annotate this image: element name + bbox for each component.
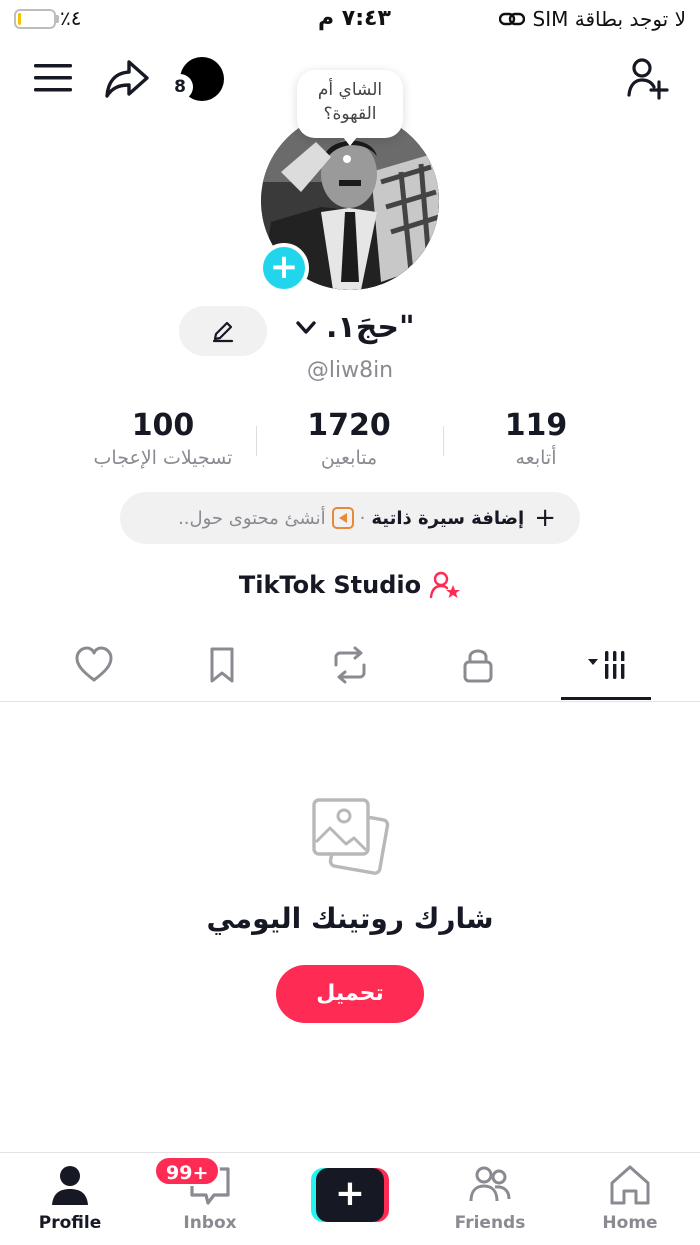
nav-friends[interactable]: Friends <box>440 1163 540 1233</box>
play-icon <box>331 507 354 529</box>
tab-liked[interactable] <box>64 640 124 690</box>
stat-following[interactable]: 119 أتابعه <box>436 408 636 469</box>
tab-private[interactable] <box>448 640 508 690</box>
repost-icon <box>334 646 366 684</box>
chevron-down-icon <box>296 320 316 334</box>
stat-label: متابعين <box>320 447 378 469</box>
add-friend-icon[interactable] <box>626 56 670 100</box>
photo-icon <box>312 798 390 875</box>
tabs-divider <box>0 701 700 702</box>
tiktok-studio-link[interactable]: TikTok Studio <box>0 570 700 600</box>
add-bio-pill[interactable]: + إضافة سيرة ذاتية · أنشئ محتوى حول.. <box>120 492 580 544</box>
grid-icon <box>588 651 626 679</box>
tab-videos[interactable] <box>576 640 636 690</box>
plus-icon: + <box>534 503 556 533</box>
pencil-icon <box>212 321 234 343</box>
friends-icon <box>469 1166 511 1202</box>
home-icon <box>610 1165 650 1205</box>
create-content-label: أنشئ محتوى حول.. <box>178 507 326 529</box>
carrier-label: لا توجد بطاقة SIM <box>532 7 686 31</box>
battery-icon <box>14 9 56 29</box>
empty-state-title: شارك روتينك اليومي <box>206 902 494 935</box>
add-story-button[interactable]: + <box>259 243 309 293</box>
nav-label: Home <box>602 1213 658 1233</box>
stat-likes[interactable]: 100 تسجيلات الإعجاب <box>63 408 263 469</box>
studio-label: TikTok Studio <box>238 571 422 599</box>
display-name-text: "حجَ١. <box>326 310 415 345</box>
plus-icon: + <box>316 1168 384 1222</box>
stat-label: أتابعه <box>515 447 557 469</box>
nav-home[interactable]: Home <box>580 1163 680 1233</box>
stat-value: 119 <box>504 408 568 443</box>
status-bar: ٤٪ ٧:٤٣ م لا توجد بطاقة SIM <box>0 0 700 40</box>
create-button[interactable]: + <box>311 1168 389 1222</box>
note-bubble[interactable]: الشاي أم القهوة؟ <box>297 70 403 138</box>
stat-followers[interactable]: 1720 متابعين <box>249 408 449 469</box>
battery-percent: ٤٪ <box>60 6 82 30</box>
username: @liw8in <box>306 358 394 383</box>
lock-icon <box>463 649 493 683</box>
inbox-badge: 99+ <box>154 1156 221 1186</box>
carrier-status: لا توجد بطاقة SIM <box>498 7 686 31</box>
heart-icon <box>75 646 113 682</box>
tab-reposts[interactable] <box>320 640 380 690</box>
display-name[interactable]: "حجَ١. <box>296 310 415 345</box>
nav-label: Inbox <box>183 1213 237 1233</box>
tab-favorites[interactable] <box>192 640 252 690</box>
upload-button[interactable]: تحميل <box>276 965 424 1023</box>
story-count-badge: 8 <box>167 74 193 100</box>
add-bio-label: إضافة سيرة ذاتية <box>371 507 525 529</box>
share-icon[interactable] <box>104 58 150 100</box>
active-tab-indicator <box>561 697 651 700</box>
link-icon <box>498 12 525 26</box>
stat-value: 1720 <box>307 408 391 443</box>
edit-name-button[interactable] <box>179 306 267 356</box>
stat-value: 100 <box>131 408 195 443</box>
clock: ٧:٤٣ م <box>318 6 391 31</box>
creator-star-icon <box>429 571 461 599</box>
person-icon <box>52 1166 88 1205</box>
nav-label: Friends <box>454 1213 526 1233</box>
bookmark-icon <box>210 647 234 683</box>
menu-icon[interactable] <box>34 60 72 96</box>
nav-label: Profile <box>38 1213 102 1233</box>
nav-profile[interactable]: Profile <box>20 1163 120 1233</box>
stat-label: تسجيلات الإعجاب <box>93 447 233 469</box>
